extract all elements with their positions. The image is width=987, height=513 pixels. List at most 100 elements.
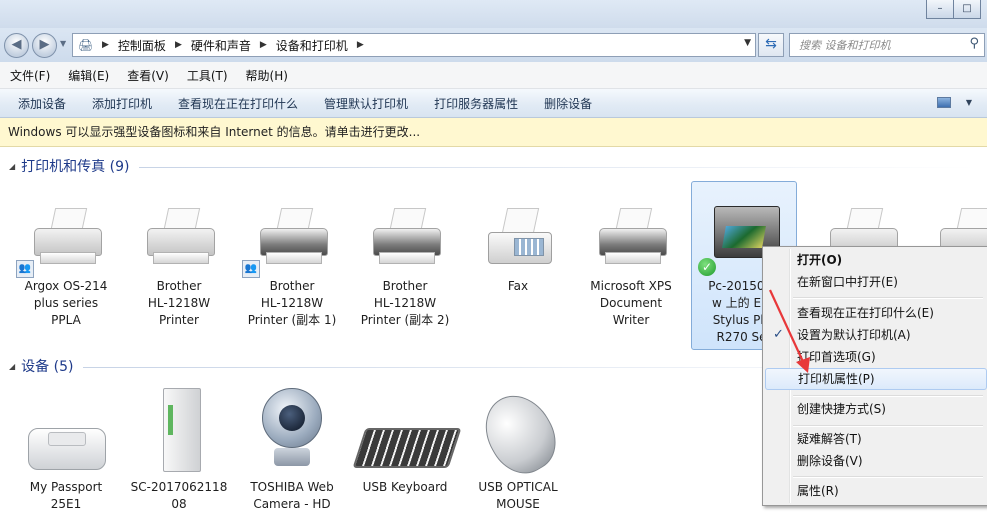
search-input[interactable] [797,34,961,56]
device-tile-computer[interactable]: SC-2017062118 08 [127,384,231,511]
webcam-icon [262,388,322,448]
menu-help[interactable]: 帮助(H) [237,67,297,84]
device-label: Microsoft XPS [590,279,672,293]
address-dropdown-icon[interactable]: ▼ [744,38,751,48]
context-create-shortcut[interactable]: 创建快捷方式(S) [765,398,985,420]
maximize-button[interactable]: □ [954,0,981,19]
change-view-icon[interactable] [937,97,951,108]
webcam-base-icon [274,448,310,466]
device-label: Brother [156,279,202,293]
context-remove-device[interactable]: 删除设备(V) [765,450,985,472]
refresh-icon: ⇆ [765,36,777,52]
breadcrumb-chevron-icon[interactable]: ▶ [175,40,182,50]
device-label: Printer [159,313,199,327]
device-label: Fax [507,279,529,293]
title-bar: – □ [0,0,987,28]
mouse-icon [472,383,568,485]
collapse-arrow-icon[interactable]: ◢ [9,162,15,171]
device-label: Brother [269,279,315,293]
context-open-new-window[interactable]: 在新窗口中打开(E) [765,271,985,293]
minimize-button[interactable]: – [926,0,954,19]
forward-arrow-icon: ▶ [39,37,50,52]
context-printer-properties[interactable]: 打印机属性(P) [765,368,987,390]
printer-tile-brother-copy1[interactable]: 👥 Brother HL-1218W Printer (副本 1) [240,182,344,332]
context-printing-preferences[interactable]: 打印首选项(G) [765,346,985,368]
back-arrow-icon: ◀ [11,37,22,52]
add-printer-button[interactable]: 添加打印机 [79,95,165,112]
device-label: USB Keyboard [362,480,448,494]
device-label: plus series [33,296,99,310]
group-divider [139,166,977,168]
see-whats-printing-button[interactable]: 查看现在正在打印什么 [165,95,311,112]
device-label: USB OPTICAL [478,480,558,494]
context-menu: 打开(O) 在新窗口中打开(E) 查看现在正在打印什么(E) ✓ 设置为默认打印… [762,246,987,506]
add-device-button[interactable]: 添加设备 [0,95,79,112]
device-label: Printer (副本 2) [360,313,450,327]
device-tile-mouse[interactable]: USB OPTICAL MOUSE [466,383,570,511]
search-icon[interactable]: ⚲ [969,36,979,51]
address-bar[interactable]: 🖨 ▶ 控制面板 ▶ 硬件和声音 ▶ 设备和打印机 ▶ ▼ [72,33,756,57]
printers-group-title: 打印机和传真 (9) [21,159,130,175]
back-button[interactable]: ◀ [4,33,29,58]
menu-tools[interactable]: 工具(T) [178,67,237,84]
device-label: SC-2017062118 [130,480,228,494]
control-panel-icon: 🖨 [78,38,94,52]
menu-view[interactable]: 查看(V) [118,67,178,84]
breadcrumb-control-panel[interactable]: 控制面板 [118,37,166,54]
info-bar[interactable]: Windows 可以显示强型设备图标和来自 Internet 的信息。请单击进行… [0,118,987,147]
menu-bar: 文件(F) 编辑(E) 查看(V) 工具(T) 帮助(H) [0,62,987,89]
checkmark-icon: ✓ [773,327,784,342]
navigation-bar: ◀ ▶ ▼ 🖨 ▶ 控制面板 ▶ 硬件和声音 ▶ 设备和打印机 ▶ ▼ ⇆ ⚲ [0,28,987,62]
device-label: HL-1218W [260,296,324,310]
printer-icon [145,208,215,268]
menu-edit[interactable]: 编辑(E) [59,67,118,84]
device-label: My Passport [29,480,103,494]
default-check-icon: ✓ [698,258,716,276]
context-see-printing[interactable]: 查看现在正在打印什么(E) [765,302,985,324]
forward-button[interactable]: ▶ [32,33,57,58]
window-controls: – □ [926,0,981,19]
device-label: PPLA [51,313,81,327]
view-options-dropdown-icon[interactable]: ▼ [966,98,972,107]
context-troubleshoot[interactable]: 疑难解答(T) [765,428,985,450]
info-bar-text: Windows 可以显示强型设备图标和来自 Internet 的信息。请单击进行… [8,125,421,139]
device-label: Printer (副本 1) [247,313,337,327]
device-tile-passport[interactable]: My Passport 25E1 [14,384,118,511]
printer-tile-xps[interactable]: Microsoft XPS Document Writer [579,182,683,332]
manage-default-printers-button[interactable]: 管理默认打印机 [311,95,421,112]
device-label: TOSHIBA Web [250,480,334,494]
breadcrumb-chevron-icon[interactable]: ▶ [357,40,364,50]
breadcrumb-hardware-sound[interactable]: 硬件和声音 [191,37,251,54]
device-tile-keyboard[interactable]: USB Keyboard [352,384,462,505]
shared-user-icon: 👥 [242,260,260,278]
printer-tile-brother[interactable]: Brother HL-1218W Printer [127,182,231,332]
device-tile-webcam[interactable]: TOSHIBA Web Camera - HD [240,384,344,511]
device-label: Document [599,296,663,310]
breadcrumb-devices-printers[interactable]: 设备和打印机 [276,37,348,54]
printer-icon [371,208,441,268]
menu-file[interactable]: 文件(F) [0,67,59,84]
context-set-default[interactable]: ✓ 设置为默认打印机(A) [765,324,985,346]
device-label: HL-1218W [373,296,437,310]
keyboard-icon [352,428,462,468]
command-bar: 添加设备 添加打印机 查看现在正在打印什么 管理默认打印机 打印服务器属性 删除… [0,89,987,118]
shared-user-icon: 👥 [16,260,34,278]
breadcrumb-chevron-icon[interactable]: ▶ [102,40,109,50]
context-open[interactable]: 打开(O) [765,249,985,271]
history-dropdown-icon[interactable]: ▼ [60,39,66,48]
collapse-arrow-icon[interactable]: ◢ [9,362,15,371]
remove-device-button[interactable]: 删除设备 [531,95,605,112]
context-properties[interactable]: 属性(R) [765,480,985,502]
breadcrumb-chevron-icon[interactable]: ▶ [260,40,267,50]
printer-tile-fax[interactable]: Fax [466,182,570,332]
print-server-properties-button[interactable]: 打印服务器属性 [421,95,531,112]
printers-group-header[interactable]: ◢ 打印机和传真 (9) [0,155,987,177]
search-box[interactable]: ⚲ [789,33,985,57]
refresh-button[interactable]: ⇆ [758,33,784,57]
device-label: Writer [612,313,650,327]
menu-separator [793,476,983,478]
fax-icon [484,208,554,268]
drive-top-icon [48,432,86,446]
printer-tile-argox[interactable]: 👥 Argox OS-214 plus series PPLA [14,182,118,332]
printer-tile-brother-copy2[interactable]: Brother HL-1218W Printer (副本 2) [353,182,457,332]
